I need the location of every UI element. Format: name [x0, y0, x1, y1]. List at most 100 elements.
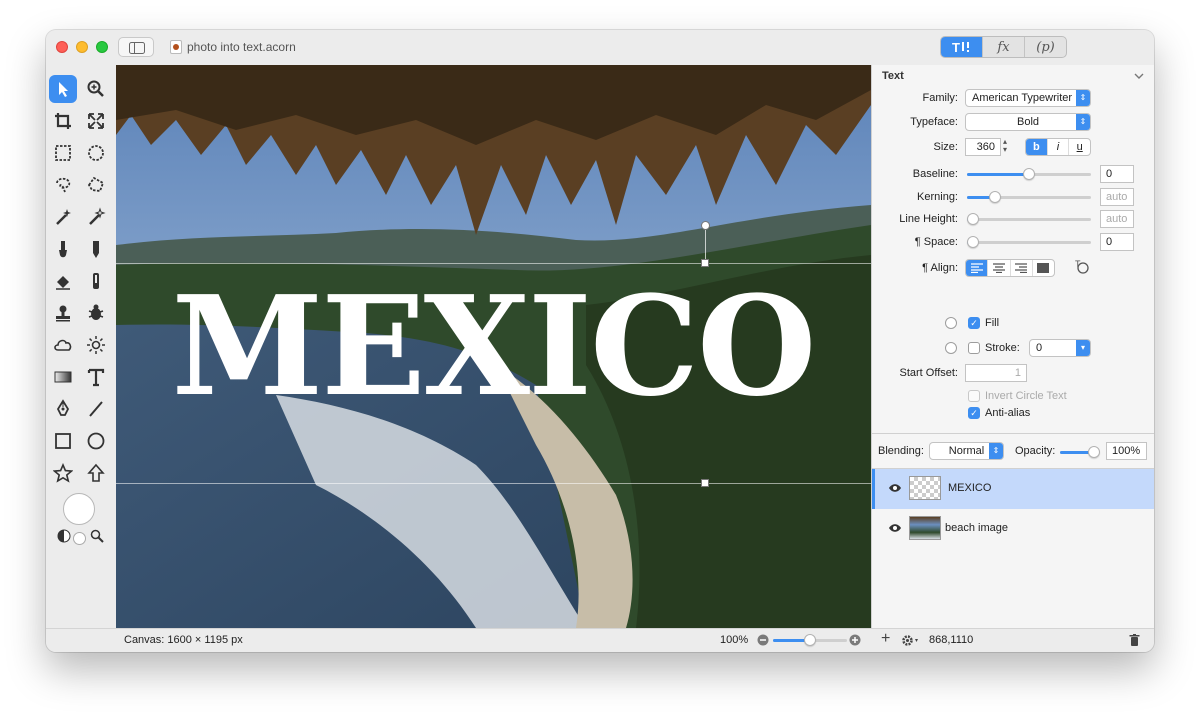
minimize-window-button[interactable] — [76, 41, 88, 53]
bezier-pen-tool[interactable] — [49, 395, 77, 423]
zoom-window-button[interactable] — [96, 41, 108, 53]
fill-checkbox[interactable]: ✓ — [968, 317, 980, 329]
collapse-chevron-icon[interactable] — [1134, 72, 1144, 80]
brush-tool[interactable] — [49, 235, 77, 263]
fill-label: Fill — [985, 317, 1000, 329]
rotate-handle[interactable] — [701, 221, 710, 230]
star-shape-tool[interactable] — [49, 459, 77, 487]
start-offset-field[interactable]: 1 — [965, 364, 1027, 382]
rectangle-shape-tool[interactable] — [49, 427, 77, 455]
eye-visibility-icon[interactable] — [888, 523, 902, 533]
lasso-tool[interactable] — [49, 171, 77, 199]
underline-button[interactable]: u — [1068, 139, 1090, 155]
spot-heal-tool[interactable] — [82, 299, 110, 327]
kerning-field[interactable]: auto — [1100, 188, 1134, 206]
fill-color-well[interactable] — [63, 493, 95, 525]
stroke-width-popup[interactable]: 0 ▾ — [1029, 339, 1091, 357]
oval-shape-tool[interactable] — [82, 427, 110, 455]
invert-circle-checkbox[interactable] — [968, 390, 980, 402]
rect-marquee-icon — [55, 145, 71, 161]
updown-arrows-icon: ⇕ — [1076, 114, 1090, 130]
baseline-field[interactable]: 0 — [1100, 165, 1134, 183]
ellipse-select-tool[interactable] — [82, 139, 110, 167]
stroke-color-well[interactable] — [73, 532, 86, 545]
text-on-path-icon[interactable]: T — [1074, 259, 1090, 275]
paragraph-space-slider[interactable] — [967, 236, 1091, 248]
zoom-in-icon[interactable] — [849, 634, 861, 646]
default-colors-icon[interactable] — [57, 529, 71, 543]
text-tools-icon: T — [952, 40, 969, 54]
dodge-burn-tool[interactable] — [82, 331, 110, 359]
size-field[interactable]: 360 — [965, 138, 1001, 156]
toggle-sidebar-button[interactable] — [118, 37, 154, 57]
smudge-tool[interactable] — [82, 267, 110, 295]
rect-select-tool[interactable] — [49, 139, 77, 167]
color-picker-icon[interactable] — [90, 529, 104, 543]
opacity-slider[interactable] — [1060, 446, 1100, 458]
size-stepper[interactable]: ▴ ▾ — [1003, 138, 1011, 156]
zoom-out-icon[interactable] — [757, 634, 769, 646]
resize-handle-top[interactable] — [701, 259, 709, 267]
blending-mode-popup[interactable]: Normal ⇕ — [929, 442, 1004, 460]
anti-alias-label: Anti-alias — [985, 407, 1031, 419]
fill-radio[interactable] — [945, 317, 957, 329]
align-right-button[interactable] — [1009, 260, 1032, 276]
stroke-radio[interactable] — [945, 342, 957, 354]
magic-wand-select-tool[interactable] — [82, 203, 110, 231]
eye-visibility-icon[interactable] — [888, 483, 902, 493]
typeface-popup[interactable]: Bold ⇕ — [965, 113, 1091, 131]
kerning-slider[interactable] — [967, 191, 1091, 203]
bold-button[interactable]: b — [1026, 139, 1047, 155]
mexico-text-layer[interactable]: MEXICO — [118, 278, 868, 415]
image-canvas[interactable]: MEXICO — [116, 65, 871, 628]
transform-tool[interactable] — [82, 107, 110, 135]
dropdown-arrow-icon: ▾ — [1076, 340, 1090, 356]
layer-row-beach-image[interactable]: beach image — [872, 509, 1154, 549]
tools-inspector-tab[interactable]: T — [941, 37, 982, 57]
clone-tool[interactable] — [49, 299, 77, 327]
line-height-label: Line Height: — [899, 213, 958, 225]
line-height-field[interactable]: auto — [1100, 210, 1134, 228]
cloud-tool[interactable] — [49, 331, 77, 359]
layer-row-mexico[interactable]: MEXICO — [872, 469, 1154, 509]
gear-icon[interactable] — [901, 634, 921, 647]
align-label: ¶ Align: — [922, 262, 958, 274]
move-tool[interactable] — [49, 75, 77, 103]
line-height-slider[interactable] — [967, 213, 1091, 225]
add-layer-icon[interactable]: + — [881, 630, 890, 648]
blending-label: Blending: — [878, 445, 924, 457]
polygon-lasso-tool[interactable] — [82, 171, 110, 199]
trash-icon[interactable] — [1129, 634, 1140, 646]
italic-button[interactable]: i — [1046, 139, 1069, 155]
gradient-tool[interactable] — [49, 363, 77, 391]
font-family-popup[interactable]: American Typewriter ⇕ — [965, 89, 1091, 107]
anti-alias-checkbox[interactable]: ✓ — [968, 407, 980, 419]
svg-text:T: T — [1075, 259, 1081, 269]
zoom-tool[interactable] — [82, 75, 110, 103]
baseline-slider[interactable] — [967, 168, 1091, 180]
opacity-field[interactable]: 100% — [1106, 442, 1147, 460]
resize-handle-bottom[interactable] — [701, 479, 709, 487]
text-tool[interactable] — [82, 363, 110, 391]
svg-text:T: T — [952, 40, 960, 54]
close-window-button[interactable] — [56, 41, 68, 53]
opacity-label: Opacity: — [1015, 445, 1056, 457]
align-justify-button[interactable] — [1031, 260, 1054, 276]
align-left-button[interactable] — [966, 260, 988, 276]
lasso-icon — [56, 177, 71, 193]
line-icon — [89, 401, 103, 417]
stroke-checkbox[interactable] — [968, 342, 980, 354]
zoom-slider[interactable] — [773, 634, 847, 646]
paragraph-space-field[interactable]: 0 — [1100, 233, 1134, 251]
magic-wand-tool[interactable] — [49, 203, 77, 231]
arrow-shape-tool[interactable] — [82, 459, 110, 487]
pencil-icon — [93, 241, 99, 258]
line-tool[interactable] — [82, 395, 110, 423]
stroke-label: Stroke: — [985, 342, 1020, 354]
properties-inspector-tab[interactable]: (p) — [1024, 37, 1066, 57]
align-center-button[interactable] — [987, 260, 1009, 276]
eraser-tool[interactable] — [49, 267, 77, 295]
fx-inspector-tab[interactable]: fx — [982, 37, 1024, 57]
pencil-tool[interactable] — [82, 235, 110, 263]
crop-tool[interactable] — [49, 107, 77, 135]
